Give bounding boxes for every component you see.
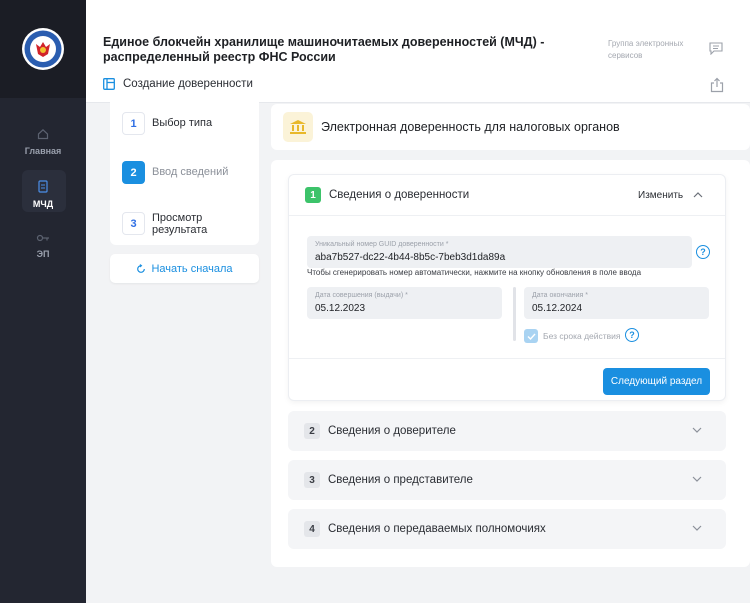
fns-emblem-icon: [22, 28, 64, 70]
section-poa-details: 1 Сведения о доверенности Изменить Уника…: [288, 174, 726, 401]
section-header[interactable]: 1 Сведения о доверенности: [305, 187, 469, 203]
section-powers[interactable]: 4 Сведения о передаваемых полномочиях: [288, 509, 726, 549]
section-number: 2: [304, 423, 320, 439]
section-number: 3: [304, 472, 320, 488]
service-group-link[interactable]: Группа электронных сервисов: [608, 38, 708, 62]
step-preview[interactable]: 3 Просмотр результата: [122, 212, 232, 236]
divider: [289, 215, 725, 216]
edit-link[interactable]: Изменить: [638, 190, 683, 201]
key-icon: [36, 234, 49, 242]
date-end-field[interactable]: Дата окончания * 05.12.2024: [524, 287, 709, 319]
section-representative[interactable]: 3 Сведения о представителе: [288, 460, 726, 500]
nav-item-label: МЧД: [32, 198, 54, 209]
chevron-down-icon[interactable]: [692, 525, 702, 532]
date-end-value: 05.12.2024: [532, 303, 583, 314]
guid-field[interactable]: Уникальный номер GUID доверенности * aba…: [307, 236, 692, 268]
section-header: 4 Сведения о передаваемых полномочиях: [304, 521, 546, 537]
step-label: Ввод сведений: [152, 166, 229, 178]
date-issued-value: 05.12.2023: [315, 303, 366, 314]
steps-panel: 1 Выбор типа 2 Ввод сведений 3 Просмотр …: [110, 98, 259, 245]
refresh-icon: [137, 263, 146, 273]
guid-value: aba7b527-dc22-4b44-8b5c-7beb3d1da89a: [315, 252, 506, 263]
chevron-down-icon[interactable]: [692, 476, 702, 483]
date-issued-field[interactable]: Дата совершения (выдачи) * 05.12.2023: [307, 287, 502, 319]
check-icon: [527, 333, 536, 340]
nav-item-ep[interactable]: ЭП: [0, 222, 86, 270]
share-icon[interactable]: [710, 77, 724, 93]
header: Единое блокчейн хранилище машиночитаемых…: [86, 0, 750, 103]
bank-icon: [283, 112, 313, 142]
poa-type-card: Электронная доверенность для налоговых о…: [271, 104, 750, 150]
nav-item-home[interactable]: Главная: [0, 118, 86, 166]
sidebar: Главная МЧД ЭП: [0, 0, 86, 603]
guid-label: Уникальный номер GUID доверенности *: [315, 241, 449, 248]
step-number: 1: [122, 112, 145, 135]
section-header: 2 Сведения о доверителе: [304, 423, 456, 439]
date-end-label: Дата окончания *: [532, 292, 589, 299]
help-icon[interactable]: ?: [696, 245, 710, 259]
step-number: 2: [122, 161, 145, 184]
restart-button[interactable]: Начать сначала: [110, 254, 259, 283]
document-icon: [38, 179, 48, 193]
chevron-down-icon[interactable]: [692, 427, 702, 434]
section-number: 1: [305, 187, 321, 203]
page-title: Единое блокчейн хранилище машиночитаемых…: [103, 35, 545, 64]
home-icon: [37, 128, 49, 140]
step-number: 3: [122, 212, 145, 235]
restart-label: Начать сначала: [151, 262, 233, 275]
fns-logo[interactable]: [0, 0, 86, 98]
step-type[interactable]: 1 Выбор типа: [122, 112, 212, 135]
guid-hint: Чтобы сгенерировать номер автоматически,…: [307, 268, 642, 277]
section-title: Сведения о доверенности: [329, 189, 470, 201]
next-section-button[interactable]: Следующий раздел: [603, 368, 710, 395]
help-icon[interactable]: ?: [625, 328, 639, 342]
poa-type-title: Электронная доверенность для налоговых о…: [321, 120, 620, 134]
no-expiry-label: Без срока действия: [543, 331, 621, 341]
divider: [513, 287, 516, 341]
section-title: Сведения о доверителе: [328, 425, 456, 437]
layout-icon: [103, 78, 115, 90]
section-number: 4: [304, 521, 320, 537]
subtitle: Создание доверенности: [123, 78, 253, 90]
date-issued-label: Дата совершения (выдачи) *: [315, 292, 408, 299]
section-title: Сведения о передаваемых полномочиях: [328, 523, 546, 535]
nav-item-label: ЭП: [36, 249, 50, 259]
chevron-up-icon[interactable]: [693, 191, 703, 198]
nav-item-mchd[interactable]: МЧД: [0, 170, 86, 218]
nav-item-label: Главная: [24, 146, 62, 156]
section-title: Сведения о представителе: [328, 474, 473, 486]
step-label: Просмотр результата: [152, 212, 208, 236]
step-details[interactable]: 2 Ввод сведений: [122, 161, 228, 184]
breadcrumb: Создание доверенности: [103, 78, 253, 90]
chat-icon[interactable]: [709, 42, 723, 55]
section-principal[interactable]: 2 Сведения о доверителе: [288, 411, 726, 451]
no-expiry-checkbox[interactable]: [524, 329, 538, 343]
step-label: Выбор типа: [152, 117, 213, 129]
divider: [289, 358, 725, 359]
section-header: 3 Сведения о представителе: [304, 472, 473, 488]
